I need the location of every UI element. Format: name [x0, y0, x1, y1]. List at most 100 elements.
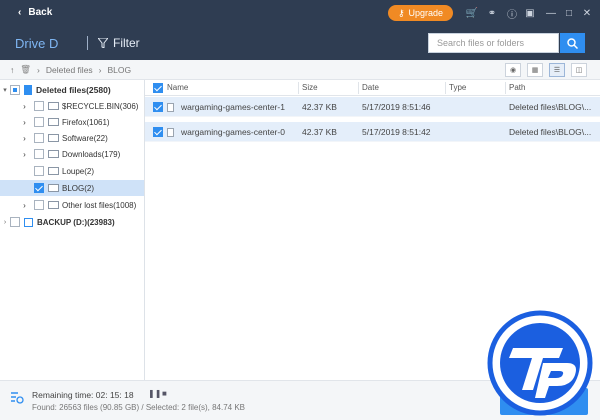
column-header-date[interactable]: Date: [362, 83, 379, 92]
filter-icon: [98, 38, 108, 48]
list-view-icon[interactable]: ☰: [549, 63, 565, 77]
tree-node-deleted-files[interactable]: ▾ Deleted files(2580): [0, 82, 144, 98]
row-checkbox[interactable]: [153, 127, 163, 137]
expand-arrow-icon[interactable]: ›: [0, 150, 28, 159]
select-all-checkbox[interactable]: [153, 83, 163, 93]
share-icon[interactable]: ⚭: [485, 6, 499, 20]
info-icon[interactable]: ⓘ: [505, 6, 519, 21]
cart-icon[interactable]: 🛒: [465, 6, 479, 20]
back-button[interactable]: ‹ Back: [18, 7, 52, 18]
tree-node-software[interactable]: › Software(22): [0, 130, 144, 146]
recycle-bin-icon: [24, 85, 32, 95]
stop-icon[interactable]: ■: [162, 389, 167, 398]
tree-checkbox[interactable]: [34, 200, 44, 210]
file-path-cell: Deleted files\BLOG\...: [509, 127, 592, 137]
table-header: Name Size Date Type Path: [145, 80, 600, 96]
title-bar: ‹ Back ⚷ Upgrade 🛒 ⚭ ⓘ ▣ — □ ✕: [0, 0, 600, 26]
tree-checkbox[interactable]: [34, 133, 44, 143]
chevron-right-icon: ›: [37, 64, 40, 75]
trash-icon: 🗑: [20, 64, 32, 74]
up-arrow-icon[interactable]: ↑: [10, 65, 14, 75]
key-icon: ⚷: [397, 7, 405, 18]
column-header-path[interactable]: Path: [509, 83, 525, 92]
drive-label[interactable]: Drive D: [15, 36, 58, 51]
expand-arrow-icon[interactable]: ›: [0, 102, 28, 111]
tree-label: Firefox(1061): [62, 117, 110, 127]
expand-arrow-icon[interactable]: ▾: [0, 86, 10, 94]
tree-node-backup[interactable]: › BACKUP (D:)(23983): [0, 214, 144, 230]
file-size-cell: 42.37 KB: [302, 127, 337, 137]
filter-label: Filter: [113, 36, 140, 50]
pause-icon[interactable]: ❚❚: [148, 389, 161, 398]
table-row[interactable]: wargaming-games-center-0 42.37 KB 5/17/2…: [145, 122, 600, 142]
tree-label: Software(22): [62, 133, 108, 143]
minimize-icon[interactable]: —: [544, 6, 558, 20]
tree-node-blog[interactable]: BLOG(2): [0, 180, 144, 196]
preview-eye-icon[interactable]: ◉: [505, 63, 521, 77]
file-date-cell: 5/17/2019 8:51:42: [362, 127, 431, 137]
tree-label: BLOG(2): [62, 183, 95, 193]
tree-node-downloads[interactable]: › Downloads(179): [0, 146, 144, 162]
table-row[interactable]: wargaming-games-center-1 42.37 KB 5/17/2…: [145, 97, 600, 117]
column-header-name[interactable]: Name: [167, 83, 188, 92]
recover-icon: ⟳: [514, 396, 524, 408]
search-input[interactable]: Search files or folders: [428, 33, 559, 53]
row-checkbox[interactable]: [153, 102, 163, 112]
expand-arrow-icon[interactable]: ›: [0, 134, 28, 143]
recover-label: Recover: [529, 395, 574, 408]
tree-checkbox[interactable]: [34, 183, 44, 193]
tree-node-loupe[interactable]: Loupe(2): [0, 163, 144, 179]
expand-arrow-icon[interactable]: ›: [0, 118, 28, 127]
maximize-icon[interactable]: □: [562, 6, 576, 20]
restore-icon[interactable]: ▣: [523, 6, 537, 20]
search-button[interactable]: [560, 33, 585, 53]
breadcrumb-item[interactable]: BLOG: [108, 65, 132, 75]
file-path-cell: Deleted files\BLOG\...: [509, 102, 592, 112]
column-header-size[interactable]: Size: [302, 83, 318, 92]
filter-button[interactable]: Filter: [98, 36, 140, 50]
upgrade-label: Upgrade: [408, 8, 444, 18]
tree-label: Deleted files(2580): [36, 85, 111, 95]
header-bar: Drive D Filter Search files or folders: [0, 26, 600, 60]
recover-button[interactable]: ⟳ Recover: [500, 388, 588, 415]
chevron-left-icon: ‹: [18, 7, 22, 18]
breadcrumb: ↑ 🗑 › Deleted files › BLOG ◉ ▦ ☰ ◫: [0, 60, 600, 80]
divider: [87, 36, 88, 50]
tree-checkbox[interactable]: [10, 85, 20, 95]
tree-label: Loupe(2): [62, 166, 95, 176]
folder-icon: [48, 150, 59, 158]
column-header-type[interactable]: Type: [449, 83, 466, 92]
tree-node-other-lost-files[interactable]: › Other lost files(1008): [0, 197, 144, 213]
tree-label: Other lost files(1008): [62, 200, 137, 210]
folder-icon: [48, 201, 59, 209]
breadcrumb-item[interactable]: Deleted files: [46, 65, 93, 75]
file-name-cell: wargaming-games-center-1: [167, 102, 285, 113]
tree-label: $RECYCLE.BIN(306): [62, 101, 139, 111]
search-icon: [567, 37, 578, 49]
upgrade-button[interactable]: ⚷ Upgrade: [388, 5, 453, 21]
tree-checkbox[interactable]: [34, 101, 44, 111]
tree-checkbox[interactable]: [34, 117, 44, 127]
chevron-right-icon: ›: [98, 64, 102, 75]
folder-icon: [48, 184, 59, 192]
tree-node-firefox[interactable]: › Firefox(1061): [0, 114, 144, 130]
drive-icon: [24, 217, 33, 227]
expand-arrow-icon[interactable]: ›: [0, 201, 28, 210]
tree-checkbox[interactable]: [34, 166, 44, 176]
tree-checkbox[interactable]: [34, 149, 44, 159]
file-size-cell: 42.37 KB: [302, 102, 337, 112]
folder-tree: ▾ Deleted files(2580) › $RECYCLE.BIN(306…: [0, 80, 145, 380]
detail-view-icon[interactable]: ◫: [571, 63, 587, 77]
folder-icon: [48, 102, 59, 110]
tree-node-recycle-bin[interactable]: › $RECYCLE.BIN(306): [0, 98, 144, 114]
folder-icon: [48, 167, 59, 175]
file-list: Name Size Date Type Path wargaming-games…: [145, 80, 600, 380]
file-icon: [167, 103, 174, 113]
folder-icon: [48, 134, 59, 142]
grid-view-icon[interactable]: ▦: [527, 63, 543, 77]
close-icon[interactable]: ✕: [580, 6, 594, 20]
expand-arrow-icon[interactable]: ›: [0, 219, 10, 226]
remaining-time: Remaining time: 02: 15: 18: [32, 390, 134, 400]
status-bar: Remaining time: 02: 15: 18 Found: 26563 …: [0, 380, 600, 420]
tree-checkbox[interactable]: [10, 217, 20, 227]
